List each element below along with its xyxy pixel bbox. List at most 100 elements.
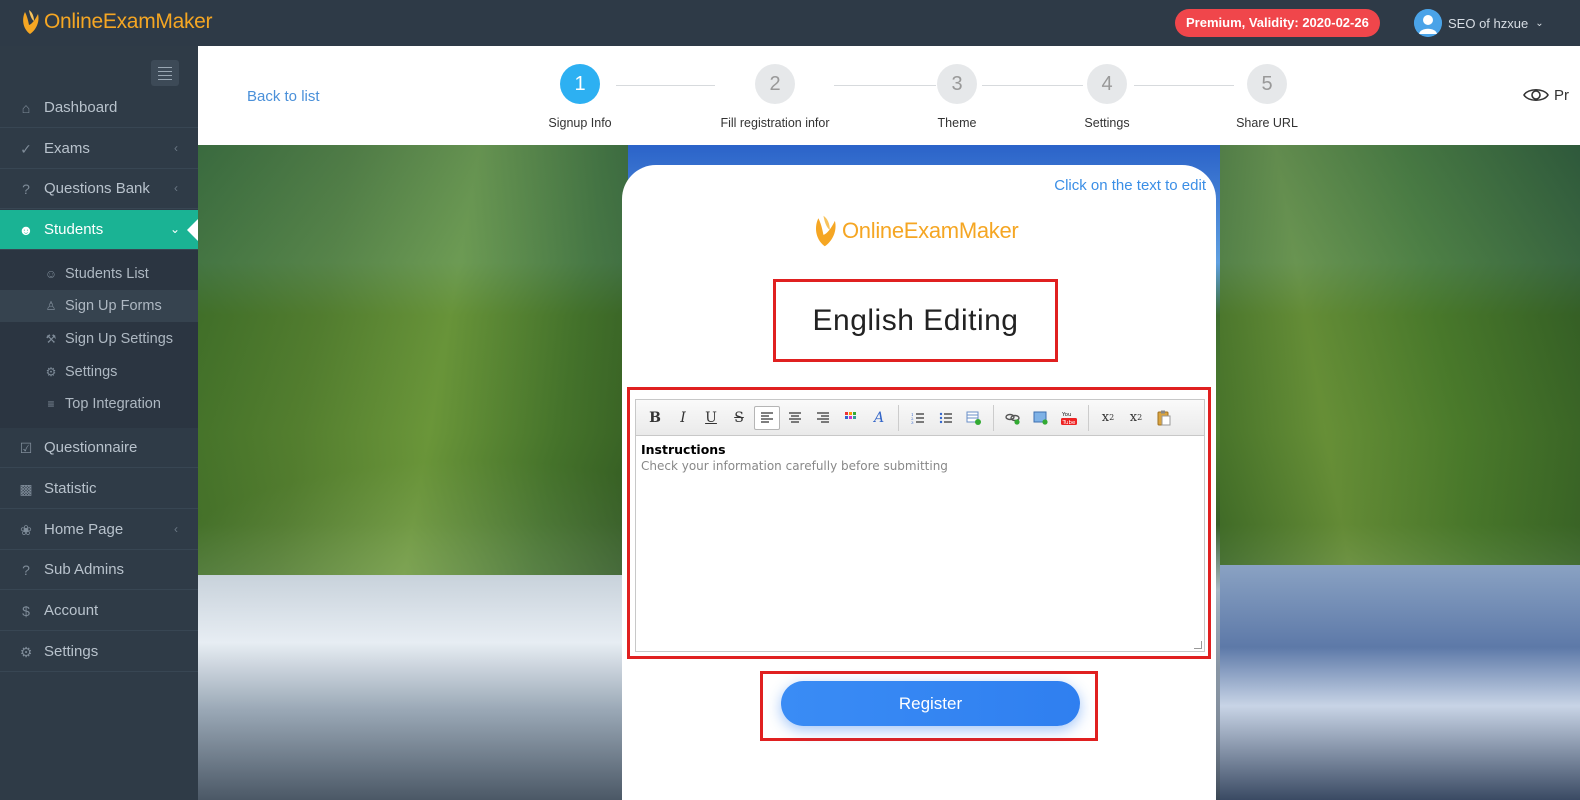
- bold-icon[interactable]: B: [642, 406, 668, 430]
- submenu-item-label: Sign Up Settings: [65, 331, 174, 347]
- sidebar-item-questionnaire[interactable]: ☑ Questionnaire: [0, 428, 198, 468]
- gear-icon: ⚙: [19, 643, 33, 660]
- preview-button[interactable]: Pr: [1523, 86, 1569, 104]
- sidebar-item-label: Home Page: [44, 521, 124, 538]
- chevron-left-icon: ‹: [174, 141, 178, 155]
- home-icon: ⌂: [21, 99, 31, 116]
- sidebar-item-home-page[interactable]: ❀ Home Page ‹: [0, 510, 198, 550]
- back-to-list-link[interactable]: Back to list: [247, 88, 320, 105]
- step-number: 1: [560, 64, 600, 104]
- submenu-item-top-integration[interactable]: ≡ Top Integration: [0, 388, 198, 420]
- river-scene-right: [1220, 565, 1580, 800]
- logo-flame-icon: [816, 215, 836, 247]
- submenu-item-sign-up-forms[interactable]: ♙ Sign Up Forms: [0, 290, 198, 322]
- svg-text:Tube: Tube: [1062, 420, 1077, 426]
- user-menu[interactable]: SEO of hzxue ⌄: [1414, 9, 1544, 37]
- editor-content[interactable]: Instructions Check your information care…: [636, 436, 1204, 479]
- submenu-item-students-list[interactable]: ☺ Students List: [0, 258, 198, 290]
- toolbar-divider: [993, 404, 994, 431]
- superscript-icon[interactable]: x2: [1095, 406, 1121, 430]
- app-logo[interactable]: OnlineExamMaker: [20, 8, 213, 36]
- edit-hint: Click on the text to edit: [1054, 177, 1206, 194]
- premium-badge[interactable]: Premium, Validity: 2020-02-26: [1175, 9, 1380, 37]
- insert-link-icon[interactable]: [1000, 406, 1026, 430]
- sidebar-item-questions-bank[interactable]: ? Questions Bank ‹: [0, 169, 198, 209]
- sidebar-item-label: Students: [44, 221, 104, 238]
- bar-chart-icon: ▩: [19, 480, 33, 497]
- wrench-icon: ⚒: [45, 332, 57, 346]
- insert-table-icon[interactable]: [961, 406, 987, 430]
- step-share-url[interactable]: 5 Share URL: [1187, 64, 1347, 130]
- sidebar-item-account[interactable]: $ Account: [0, 591, 198, 631]
- check-circle-icon: ✓: [20, 140, 32, 157]
- checkbox-icon: ☑: [19, 439, 33, 456]
- sidebar-item-students[interactable]: ☻ Students ⌄: [0, 210, 198, 250]
- sidebar: ⌂ Dashboard ✓ Exams ‹ ? Questions Bank ‹…: [0, 46, 198, 800]
- youtube-icon[interactable]: You Tube: [1056, 406, 1082, 430]
- sidebar-item-label: Questions Bank: [44, 180, 150, 197]
- submenu-item-settings[interactable]: ⚙ Settings: [0, 356, 198, 388]
- sidebar-item-statistic[interactable]: ▩ Statistic: [0, 469, 198, 509]
- form-title-highlight[interactable]: English Editing: [773, 279, 1058, 362]
- paste-icon[interactable]: [1151, 406, 1177, 430]
- step-signup-info[interactable]: 1 Signup Info: [500, 64, 660, 130]
- instructions-editor-highlight: B I U S A 1 2 3 You Tube x 2 x 2 Instruc…: [627, 387, 1211, 659]
- register-button-highlight: Register: [760, 671, 1098, 741]
- chevron-down-icon: ⌄: [1535, 17, 1544, 29]
- step-fill-registration[interactable]: 2 Fill registration infor: [695, 64, 855, 130]
- form-title[interactable]: English Editing: [813, 304, 1019, 338]
- register-button[interactable]: Register: [781, 681, 1080, 726]
- editor-toolbar: B I U S A 1 2 3 You Tube x 2 x 2: [636, 400, 1204, 436]
- avatar: [1414, 9, 1442, 37]
- submenu-item-label: Students List: [65, 266, 149, 282]
- step-number: 4: [1087, 64, 1127, 104]
- menu-toggle-icon[interactable]: [151, 60, 179, 86]
- ordered-list-icon[interactable]: 123: [905, 406, 931, 430]
- step-label: Fill registration infor: [720, 116, 830, 130]
- resize-handle-icon[interactable]: [1194, 641, 1202, 649]
- subscript-icon[interactable]: x2: [1123, 406, 1149, 430]
- font-style-icon[interactable]: A: [866, 406, 892, 430]
- sidebar-item-settings[interactable]: ⚙ Settings: [0, 632, 198, 672]
- submenu-item-label: Top Integration: [65, 396, 161, 412]
- align-center-icon[interactable]: [782, 406, 808, 430]
- underline-icon[interactable]: U: [698, 406, 724, 430]
- svg-text:3: 3: [911, 420, 914, 424]
- step-number: 2: [755, 64, 795, 104]
- step-settings[interactable]: 4 Settings: [1027, 64, 1187, 130]
- sidebar-item-label: Account: [44, 602, 99, 619]
- step-label: Settings: [1084, 116, 1130, 130]
- submenu-item-label: Settings: [65, 364, 118, 380]
- students-submenu: ☺ Students List ♙ Sign Up Forms ⚒ Sign U…: [0, 250, 198, 428]
- toolbar-divider: [898, 404, 899, 431]
- rich-text-editor[interactable]: B I U S A 1 2 3 You Tube x 2 x 2 Instruc…: [635, 399, 1205, 652]
- logo-text: OnlineExamMaker: [44, 10, 213, 33]
- top-bar: OnlineExamMaker Premium, Validity: 2020-…: [0, 0, 1580, 46]
- toolbar-divider: [1088, 404, 1089, 431]
- step-label: Signup Info: [548, 116, 612, 130]
- list-icon: ≡: [47, 397, 55, 411]
- sidebar-item-exams[interactable]: ✓ Exams ‹: [0, 129, 198, 169]
- insert-image-icon[interactable]: [1028, 406, 1054, 430]
- text-color-palette-icon[interactable]: [838, 406, 864, 430]
- chevron-left-icon: ‹: [174, 181, 178, 195]
- form-logo[interactable]: OnlineExamMaker: [812, 213, 1019, 249]
- submenu-item-label: Sign Up Forms: [65, 298, 162, 314]
- step-label: Share URL: [1236, 116, 1298, 130]
- align-left-icon[interactable]: [754, 405, 780, 430]
- sidebar-item-label: Statistic: [44, 480, 97, 497]
- submenu-item-sign-up-settings[interactable]: ⚒ Sign Up Settings: [0, 323, 198, 355]
- sidebar-item-sub-admins[interactable]: ? Sub Admins: [0, 550, 198, 590]
- align-right-icon[interactable]: [810, 406, 836, 430]
- strikethrough-icon[interactable]: S: [726, 406, 752, 430]
- unordered-list-icon[interactable]: [933, 406, 959, 430]
- leaf-icon: ❀: [20, 521, 32, 538]
- user-name: SEO of hzxue: [1448, 15, 1529, 31]
- question-circle-icon: ?: [22, 561, 30, 578]
- sidebar-item-label: Sub Admins: [44, 561, 125, 578]
- sidebar-item-dashboard[interactable]: ⌂ Dashboard: [0, 88, 198, 128]
- user-plus-icon: ♙: [45, 299, 57, 313]
- sidebar-item-label: Questionnaire: [44, 439, 138, 456]
- step-theme[interactable]: 3 Theme: [877, 64, 1037, 130]
- italic-icon[interactable]: I: [670, 406, 696, 430]
